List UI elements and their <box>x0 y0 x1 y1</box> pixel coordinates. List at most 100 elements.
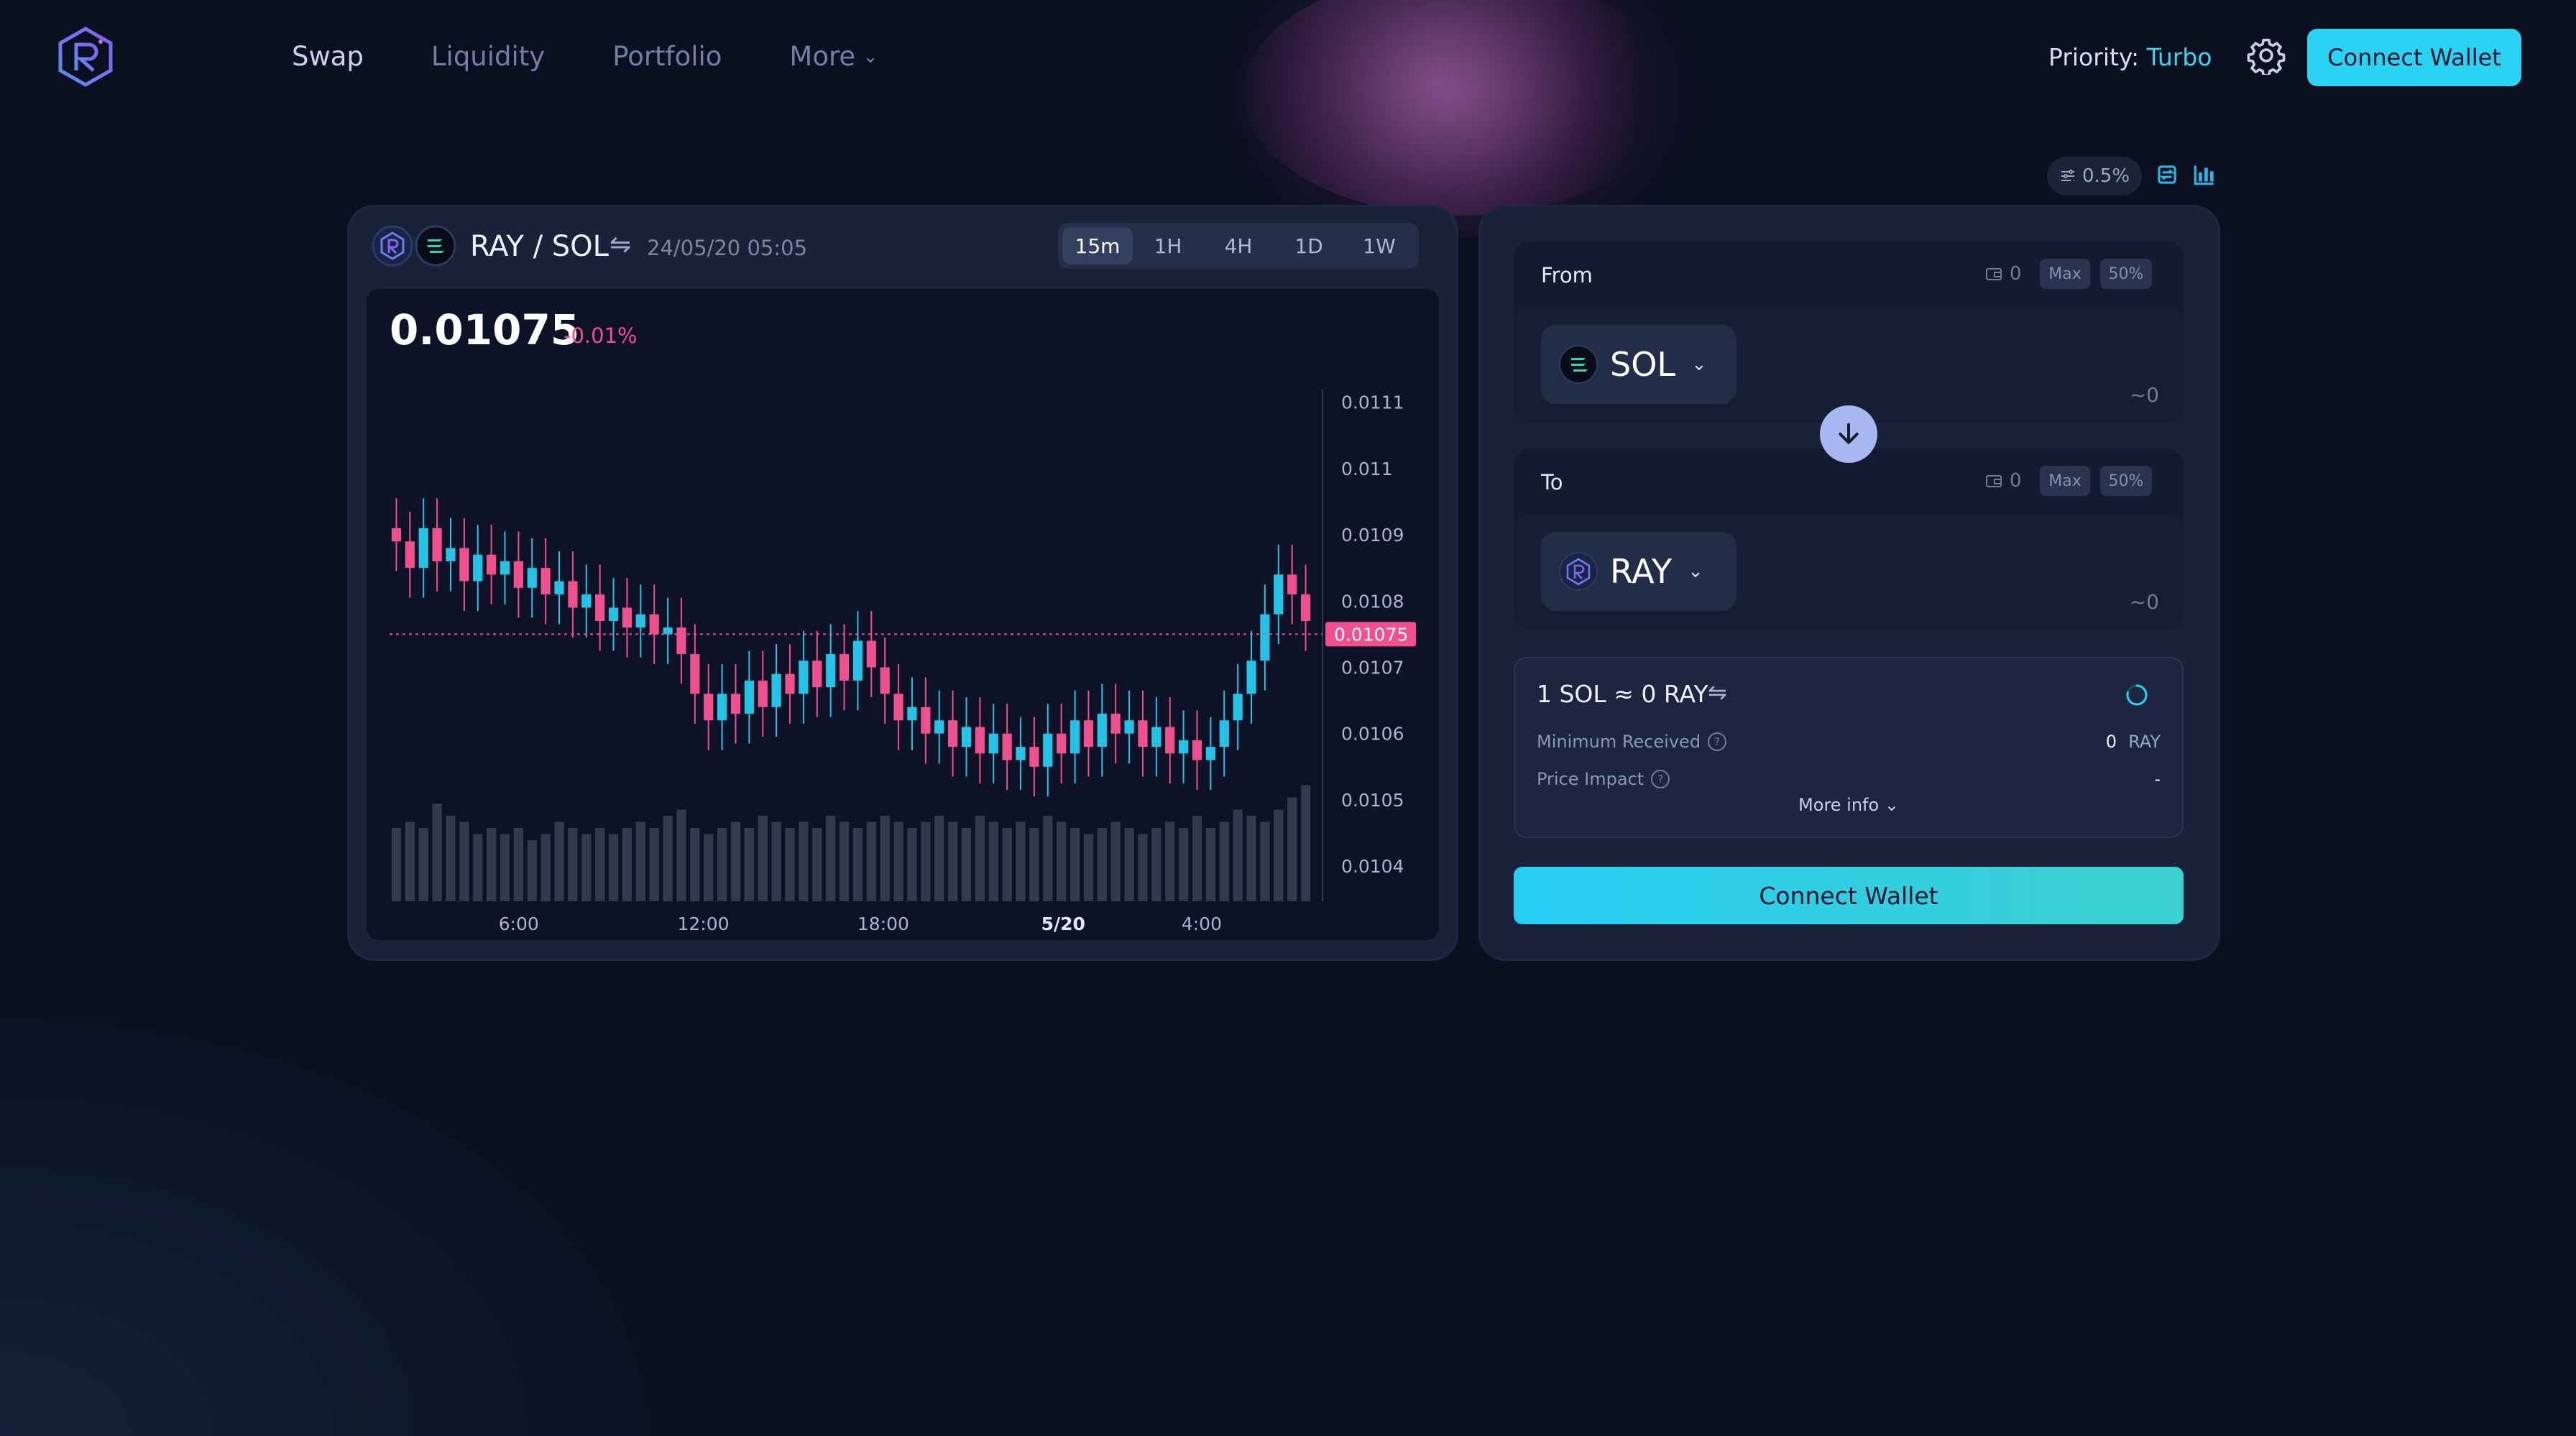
volume-bar <box>391 828 402 901</box>
to-token-select[interactable]: RAY ⌄ <box>1541 532 1736 611</box>
y-tick-label: 0.011 <box>1341 459 1393 479</box>
volume-bar <box>893 821 903 901</box>
nav-liquidity[interactable]: Liquidity <box>431 39 545 75</box>
tf-1h[interactable]: 1H <box>1133 227 1203 264</box>
volume-bar <box>948 821 958 901</box>
raydium-logo[interactable] <box>56 26 115 88</box>
priority-indicator[interactable]: Priority: Turbo <box>2048 42 2212 73</box>
candle-body <box>500 561 510 575</box>
candle-body <box>690 654 700 694</box>
volume-bar <box>975 816 985 901</box>
volume-bar <box>812 828 822 901</box>
x-tick-label: 6:00 <box>499 913 539 934</box>
candle-body <box>676 627 686 655</box>
volume-bar <box>635 821 645 901</box>
tf-1d[interactable]: 1D <box>1274 227 1344 264</box>
volume-bar <box>405 821 415 901</box>
candle-body <box>635 614 645 628</box>
min-received-value-wrap: 0 RAY <box>2106 732 2161 752</box>
candle-body <box>771 673 781 707</box>
volume-bar <box>1192 816 1202 901</box>
y-tick-label: 0.0109 <box>1341 525 1404 546</box>
volume-bar <box>568 828 578 901</box>
to-half-button[interactable]: 50% <box>2100 466 2152 496</box>
candle-body <box>799 661 809 694</box>
candle-body <box>540 568 551 595</box>
gear-icon[interactable] <box>2247 36 2286 75</box>
candle-body <box>812 661 822 688</box>
candle-body <box>1165 727 1175 754</box>
to-balance: 0 <box>1985 470 2022 492</box>
volume-bar <box>446 816 456 901</box>
more-info-toggle[interactable]: More info ⌄ <box>1514 795 2184 815</box>
price-impact-label: Price Impact <box>1537 769 1644 789</box>
from-max-button[interactable]: Max <box>2040 259 2090 289</box>
nav-portfolio[interactable]: Portfolio <box>612 39 722 75</box>
volume-bar <box>581 834 592 901</box>
candle-body <box>1192 740 1202 760</box>
nav-more[interactable]: More ⌄ <box>789 39 878 75</box>
volume-bar <box>1260 821 1270 901</box>
volume-bar <box>1138 834 1148 901</box>
loading-spinner-icon <box>2126 684 2148 706</box>
from-token-name: SOL <box>1610 345 1676 384</box>
candle-body <box>649 614 659 635</box>
volume-bar <box>1151 828 1162 901</box>
volume-bar <box>1233 809 1243 901</box>
rate-swap-icon[interactable]: ⇋ <box>1708 678 1727 706</box>
nav-swap[interactable]: Swap <box>292 39 364 75</box>
volume-bar <box>880 816 890 901</box>
swap-connect-wallet-button[interactable]: Connect Wallet <box>1514 867 2184 924</box>
volume-bar <box>418 828 428 901</box>
volume-bar <box>704 834 714 901</box>
candle-body <box>513 561 523 588</box>
candle-body <box>663 627 673 635</box>
candle-body <box>1151 727 1162 747</box>
arrow-down-icon <box>1839 423 1859 444</box>
swap-pair-icon[interactable] <box>2153 161 2181 188</box>
candle-body <box>880 667 890 694</box>
candle-body <box>418 528 428 569</box>
candle-body <box>1274 574 1284 615</box>
price-impact-value: - <box>2154 769 2161 789</box>
x-tick-label: 5/20 <box>1041 913 1085 934</box>
switch-direction-button[interactable] <box>1820 405 1877 463</box>
from-token-select[interactable]: SOL ⌄ <box>1541 325 1736 404</box>
volume-bar <box>730 821 741 901</box>
x-tick-label: 4:00 <box>1182 913 1222 934</box>
from-half-button[interactable]: 50% <box>2100 259 2152 289</box>
priority-label: Priority: <box>2048 43 2140 71</box>
more-info-label: More info <box>1798 795 1880 815</box>
tf-4h[interactable]: 4H <box>1203 227 1274 264</box>
candle-body <box>622 607 632 628</box>
tf-15m[interactable]: 15m <box>1062 227 1133 264</box>
candle-body <box>487 554 497 575</box>
candle-body <box>704 694 714 721</box>
candle-body <box>432 528 442 561</box>
volume-bar <box>852 828 863 901</box>
price-chart[interactable]: 0.0111 0.011 0.0109 0.0108 0.0107 0.0106 0.010… <box>367 289 1439 940</box>
volume-bar <box>785 828 795 901</box>
candle-body <box>1029 747 1039 767</box>
tf-1w[interactable]: 1W <box>1344 227 1414 264</box>
help-icon[interactable]: ? <box>1708 732 1727 751</box>
to-max-button[interactable]: Max <box>2040 466 2090 496</box>
chart-bars-icon[interactable] <box>2191 161 2218 188</box>
candlestick-chart[interactable]: 0.0111 0.011 0.0109 0.0108 0.0107 0.0106 0.010… <box>367 289 1439 940</box>
wallet-icon <box>1986 268 2002 280</box>
slippage-button[interactable]: 0.5% <box>2047 157 2142 195</box>
to-label: To <box>1541 470 1563 494</box>
candle-body <box>717 694 727 721</box>
to-input-area[interactable]: RAY ⌄ ~0 <box>1514 515 2184 630</box>
candle-body <box>1097 714 1107 747</box>
swap-direction-icon[interactable]: ⇋ <box>610 230 631 259</box>
candle-body <box>1219 720 1229 747</box>
help-icon[interactable]: ? <box>1651 770 1670 788</box>
candle-body <box>1016 747 1026 760</box>
connect-wallet-button[interactable]: Connect Wallet <box>2307 29 2521 86</box>
pair-title[interactable]: RAY / SOL <box>470 229 609 264</box>
volume-bar <box>676 809 686 901</box>
candle-body <box>595 594 605 621</box>
min-received-value: 0 <box>2105 732 2117 752</box>
from-balance-value: 0 <box>2010 263 2022 285</box>
